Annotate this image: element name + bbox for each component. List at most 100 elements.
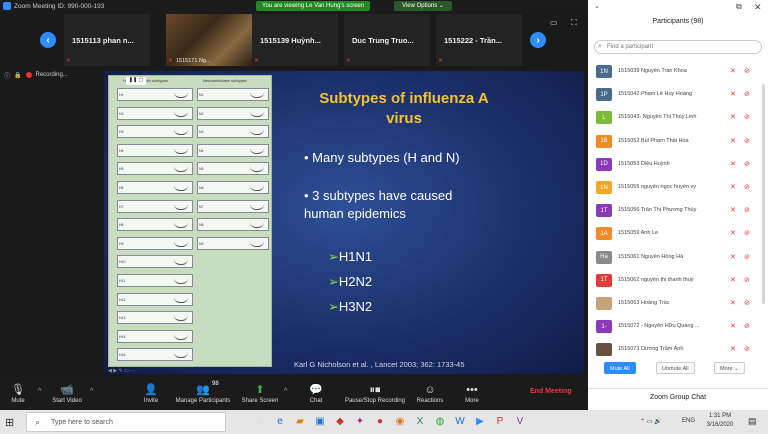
participant-row[interactable]: 1515063 Hoàng Trúc ✕ ⊘ <box>588 292 768 315</box>
more-options-button[interactable]: More ⌄ <box>714 362 745 374</box>
chevron-down-icon[interactable]: ⌄ <box>594 2 600 10</box>
windows-start-icon[interactable]: ⊞ <box>5 416 14 429</box>
participant-row[interactable]: 1- 1515072 - Nguyễn Hữu Quang ... ✕ ⊘ <box>588 315 768 338</box>
mute-all-button[interactable]: Mute All <box>604 362 636 374</box>
video-tile[interactable]: Duc Trung Truo... ✕ <box>344 14 430 66</box>
participant-row[interactable]: Ha 1515061 Nguyễn Hồng Hà ✕ ⊘ <box>588 246 768 269</box>
participant-row[interactable]: 1D 1515053 Diệu Huỳnh ✕ ⊘ <box>588 153 768 176</box>
store-icon[interactable]: ▣ <box>312 414 328 430</box>
chat-button[interactable]: 💬 Chat <box>304 382 328 404</box>
participant-row[interactable]: 1515073 Dương Trâm Anh ✕ ⊘ <box>588 338 768 361</box>
popout-icon[interactable]: ⧉ <box>736 2 742 12</box>
participant-row[interactable]: 1P 1515042 Phạm Lê Huy Hoàng ✕ ⊘ <box>588 83 768 106</box>
more-button[interactable]: ••• More <box>460 382 484 404</box>
video-off-icon[interactable]: ⊘ <box>744 322 750 330</box>
mic-muted-icon[interactable]: ✕ <box>730 322 736 330</box>
task-view-icon[interactable]: ⧉ <box>252 414 268 430</box>
app-icon[interactable]: ✦ <box>352 414 368 430</box>
participant-name: 1515061 Nguyễn Hồng Hà <box>618 253 684 260</box>
mic-muted-icon[interactable]: ✕ <box>730 137 736 145</box>
view-options-button[interactable]: View Options ⌄ <box>394 1 452 11</box>
video-off-icon[interactable]: ⊘ <box>744 253 750 261</box>
video-off-icon[interactable]: ⊘ <box>744 299 750 307</box>
slide-controls[interactable]: ❚❚ ▢ <box>126 77 146 85</box>
participant-list-scrollbar[interactable] <box>762 84 765 304</box>
participant-row[interactable]: 1T 1515062 nguyễn thị thanh thuý ✕ ⊘ <box>588 269 768 292</box>
taskbar-search-input[interactable]: ⌕ Type here to search <box>26 412 226 432</box>
participant-row[interactable]: L 1515043- Nguyễn Thị Thùy Linh ✕ ⊘ <box>588 106 768 129</box>
mic-muted-icon[interactable]: ✕ <box>730 253 736 261</box>
mic-muted-icon[interactable]: ✕ <box>730 90 736 98</box>
pause-stop-recording-button[interactable]: ⏸⏹ Pause/Stop Recording <box>340 382 410 404</box>
video-off-icon[interactable]: ⊘ <box>744 137 750 145</box>
shared-screen: Haemagglutinin subtypes Neuraminidase su… <box>86 68 588 378</box>
video-tile[interactable]: 1515222 - Trần... ✕ <box>436 14 522 66</box>
firefox-icon[interactable]: ◉ <box>392 414 408 430</box>
chevron-up-icon[interactable]: ^ <box>284 388 287 395</box>
share-screen-button[interactable]: ⬆ Share Screen <box>240 382 280 404</box>
video-tile[interactable]: 1515171 Ng... ✕ <box>166 14 252 66</box>
mic-muted-icon[interactable]: ✕ <box>730 276 736 284</box>
fullscreen-icon[interactable]: ⛶ <box>571 18 577 28</box>
chrome-icon[interactable]: ◍ <box>432 414 448 430</box>
invite-button[interactable]: 👤 Invite <box>138 382 164 404</box>
chevron-up-icon[interactable]: ^ <box>38 388 41 395</box>
strip-prev-button[interactable]: ‹ <box>40 32 56 48</box>
participant-search-input[interactable]: ⌕ Find a participant <box>594 40 762 54</box>
language-indicator[interactable]: ENG <box>682 418 695 424</box>
unmute-all-button[interactable]: Unmute All <box>656 362 695 374</box>
mute-button[interactable]: 🎙 Mute <box>6 382 30 404</box>
powerpoint-icon[interactable]: P <box>492 414 508 430</box>
haemagglutinin-cell: H7 <box>117 199 193 213</box>
info-icon[interactable]: ⓘ <box>4 71 10 80</box>
mic-muted-icon[interactable]: ✕ <box>730 345 736 353</box>
mic-muted-icon[interactable]: ✕ <box>730 67 736 75</box>
participant-row[interactable]: 1N 1515055 nguyễn ngọc huyền vy ✕ ⊘ <box>588 176 768 199</box>
mic-muted-icon[interactable]: ✕ <box>730 229 736 237</box>
video-off-icon[interactable]: ⊘ <box>744 345 750 353</box>
edge-icon[interactable]: e <box>272 414 288 430</box>
start-video-button[interactable]: 📹 Start Video <box>48 382 86 404</box>
file-explorer-icon[interactable]: ▰ <box>292 414 308 430</box>
taskbar-clock[interactable]: 1:31 PM 3/16/2020 <box>700 412 740 430</box>
excel-icon[interactable]: X <box>412 414 428 430</box>
video-off-icon[interactable]: ⊘ <box>744 90 750 98</box>
notifications-icon[interactable]: ▤ <box>748 416 757 427</box>
mic-muted-icon[interactable]: ✕ <box>730 160 736 168</box>
video-off-icon[interactable]: ⊘ <box>744 67 750 75</box>
mic-muted-icon[interactable]: ✕ <box>730 206 736 214</box>
video-off-icon[interactable]: ⊘ <box>744 160 750 168</box>
participant-row[interactable]: 1B 1515052 Bùi Phạm Thái Hòa ✕ ⊘ <box>588 130 768 153</box>
participant-row[interactable]: 1T 1515056 Trần Thị Phương Thủy ✕ ⊘ <box>588 199 768 222</box>
cortana-icon[interactable]: ○ <box>232 414 248 430</box>
word-icon[interactable]: W <box>452 414 468 430</box>
strip-next-button[interactable]: › <box>530 32 546 48</box>
mic-muted-icon[interactable]: ✕ <box>730 299 736 307</box>
end-meeting-button[interactable]: End Meeting <box>530 388 572 395</box>
app-icon[interactable]: ◆ <box>332 414 348 430</box>
mic-muted-icon: ✕ <box>254 58 260 64</box>
avatar: L <box>596 111 612 125</box>
mic-muted-icon[interactable]: ✕ <box>730 183 736 191</box>
arrow-icon: ➢ <box>328 299 339 314</box>
app-icon[interactable]: ● <box>372 414 388 430</box>
tray-icons[interactable]: ⌃ ▭ 🔊 <box>640 418 662 425</box>
video-off-icon[interactable]: ⊘ <box>744 183 750 191</box>
video-off-icon[interactable]: ⊘ <box>744 206 750 214</box>
participant-row[interactable]: 1A 1515059 Anh Le ✕ ⊘ <box>588 222 768 245</box>
reactions-button[interactable]: ☺ Reactions <box>414 382 446 404</box>
slide-nav-icons[interactable]: ◀ ▶ ✎ ▭ ⋯ <box>108 368 135 374</box>
zoom-icon[interactable]: ▶ <box>472 414 488 430</box>
video-off-icon[interactable]: ⊘ <box>744 276 750 284</box>
video-tile[interactable]: 1515139 Huỳnh... ✕ <box>252 14 338 66</box>
app-icon[interactable]: V <box>512 414 528 430</box>
chevron-up-icon[interactable]: ^ <box>90 388 93 395</box>
mic-muted-icon[interactable]: ✕ <box>730 113 736 121</box>
participant-row[interactable]: 1N 1515039 Nguyễn Trần Khoa ✕ ⊘ <box>588 60 768 83</box>
video-off-icon[interactable]: ⊘ <box>744 229 750 237</box>
close-icon[interactable]: ✕ <box>754 2 762 13</box>
video-tile[interactable]: 1515113 phan n... ✕ <box>64 14 150 66</box>
minimize-icon[interactable]: ▭ <box>550 18 558 27</box>
video-off-icon[interactable]: ⊘ <box>744 113 750 121</box>
manage-participants-button[interactable]: 👥 98 Manage Participants <box>170 381 236 404</box>
